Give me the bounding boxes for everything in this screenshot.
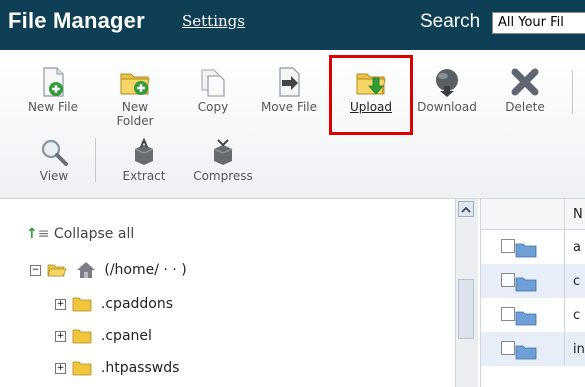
upload-button[interactable]: Upload bbox=[334, 66, 408, 114]
new-file-icon bbox=[43, 67, 64, 97]
scroll-up-button[interactable] bbox=[458, 201, 474, 217]
file-list: N a c c in bbox=[480, 199, 585, 387]
list-lines-icon: ≡ bbox=[37, 226, 50, 242]
compress-button[interactable]: Compress bbox=[184, 137, 262, 183]
tree-item[interactable]: + .cpanel bbox=[55, 328, 152, 344]
tree-item-label: .htpasswds bbox=[100, 360, 180, 376]
tree-root-node[interactable]: − (/home/ · · ) bbox=[30, 261, 187, 279]
folder-icon bbox=[515, 311, 537, 326]
chevron-up-icon bbox=[461, 206, 471, 213]
compress-label: Compress bbox=[193, 169, 253, 183]
folder-icon bbox=[73, 361, 92, 376]
open-folder-icon bbox=[47, 264, 68, 277]
copy-icon bbox=[201, 69, 225, 97]
move-file-button[interactable]: Move File bbox=[252, 66, 326, 114]
file-name: a bbox=[573, 240, 581, 255]
folder-icon bbox=[73, 297, 92, 312]
file-name: c bbox=[573, 274, 581, 289]
tree-scrollbar[interactable] bbox=[455, 199, 478, 387]
folder-icon bbox=[515, 277, 537, 292]
new-file-label: New File bbox=[27, 100, 79, 114]
settings-link[interactable]: Settings bbox=[182, 12, 245, 30]
header-bar: File Manager Settings Search All Your Fi… bbox=[0, 0, 585, 50]
expand-toggle-icon[interactable]: + bbox=[55, 330, 66, 342]
upload-label: Upload bbox=[349, 100, 393, 114]
extract-button[interactable]: Extract bbox=[112, 137, 176, 183]
collapse-toggle-icon[interactable]: − bbox=[30, 264, 41, 276]
file-name: c bbox=[573, 308, 581, 323]
folder-icon bbox=[515, 243, 537, 258]
table-row[interactable]: a bbox=[481, 230, 585, 264]
folder-icon bbox=[515, 345, 537, 360]
new-folder-label-line2: Folder bbox=[116, 114, 154, 128]
expand-toggle-icon[interactable]: + bbox=[55, 298, 66, 310]
column-divider bbox=[564, 332, 565, 366]
new-folder-label-line1: New bbox=[121, 100, 149, 114]
move-file-label: Move File bbox=[260, 100, 318, 114]
toolbar-divider bbox=[572, 70, 573, 114]
column-divider bbox=[564, 298, 565, 332]
copy-button[interactable]: Copy bbox=[178, 66, 248, 114]
new-folder-icon bbox=[120, 73, 150, 95]
download-icon bbox=[436, 69, 458, 97]
row-checkbox[interactable] bbox=[501, 307, 515, 321]
table-row[interactable]: c bbox=[481, 264, 585, 298]
magnifier-icon bbox=[41, 139, 68, 166]
download-button[interactable]: Download bbox=[410, 66, 484, 114]
extract-label: Extract bbox=[122, 169, 166, 183]
view-button[interactable]: View bbox=[24, 137, 84, 183]
collapse-all-link[interactable]: ↑≡ Collapse all bbox=[26, 226, 134, 242]
tree-item-label: .cpanel bbox=[100, 328, 152, 344]
new-file-button[interactable]: New File bbox=[18, 66, 88, 114]
column-divider bbox=[564, 230, 565, 264]
move-file-icon bbox=[279, 67, 300, 97]
file-name: in bbox=[573, 342, 585, 357]
collapse-all-label: Collapse all bbox=[53, 226, 135, 242]
column-divider bbox=[564, 264, 565, 298]
new-folder-button[interactable]: New Folder bbox=[100, 66, 170, 128]
tree-root-label: (/home/ · · ) bbox=[104, 262, 187, 278]
file-list-header: N bbox=[481, 199, 585, 230]
toolbar-divider bbox=[95, 138, 96, 182]
column-divider bbox=[564, 199, 565, 229]
compress-icon bbox=[213, 139, 233, 165]
expand-toggle-icon[interactable]: + bbox=[55, 362, 66, 374]
extract-icon bbox=[134, 137, 154, 165]
search-label: Search bbox=[420, 11, 481, 32]
table-row[interactable]: in bbox=[481, 332, 585, 366]
folder-tree: ↑≡ Collapse all − (/home/ · · ) + .cpadd… bbox=[0, 199, 455, 387]
tree-item[interactable]: + .htpasswds bbox=[55, 360, 179, 376]
row-checkbox[interactable] bbox=[501, 239, 515, 253]
view-label: View bbox=[39, 169, 69, 183]
delete-button[interactable]: Delete bbox=[490, 66, 560, 114]
scroll-thumb[interactable] bbox=[458, 279, 474, 339]
table-row[interactable]: c bbox=[481, 298, 585, 332]
home-icon bbox=[76, 262, 95, 278]
tree-item-label: .cpaddons bbox=[100, 296, 174, 312]
name-column-header[interactable]: N bbox=[573, 207, 583, 222]
row-checkbox[interactable] bbox=[501, 341, 515, 355]
tree-item[interactable]: + .cpaddons bbox=[55, 296, 173, 312]
folder-icon bbox=[73, 329, 92, 344]
search-scope-select[interactable]: All Your Fil bbox=[492, 12, 585, 34]
delete-icon bbox=[511, 68, 539, 96]
app-title: File Manager bbox=[8, 8, 145, 33]
copy-label: Copy bbox=[197, 100, 229, 114]
upload-icon bbox=[356, 73, 386, 95]
delete-label: Delete bbox=[505, 100, 545, 114]
download-label: Download bbox=[417, 100, 477, 114]
collapse-arrow-icon: ↑ bbox=[26, 226, 38, 242]
row-checkbox[interactable] bbox=[501, 273, 515, 287]
